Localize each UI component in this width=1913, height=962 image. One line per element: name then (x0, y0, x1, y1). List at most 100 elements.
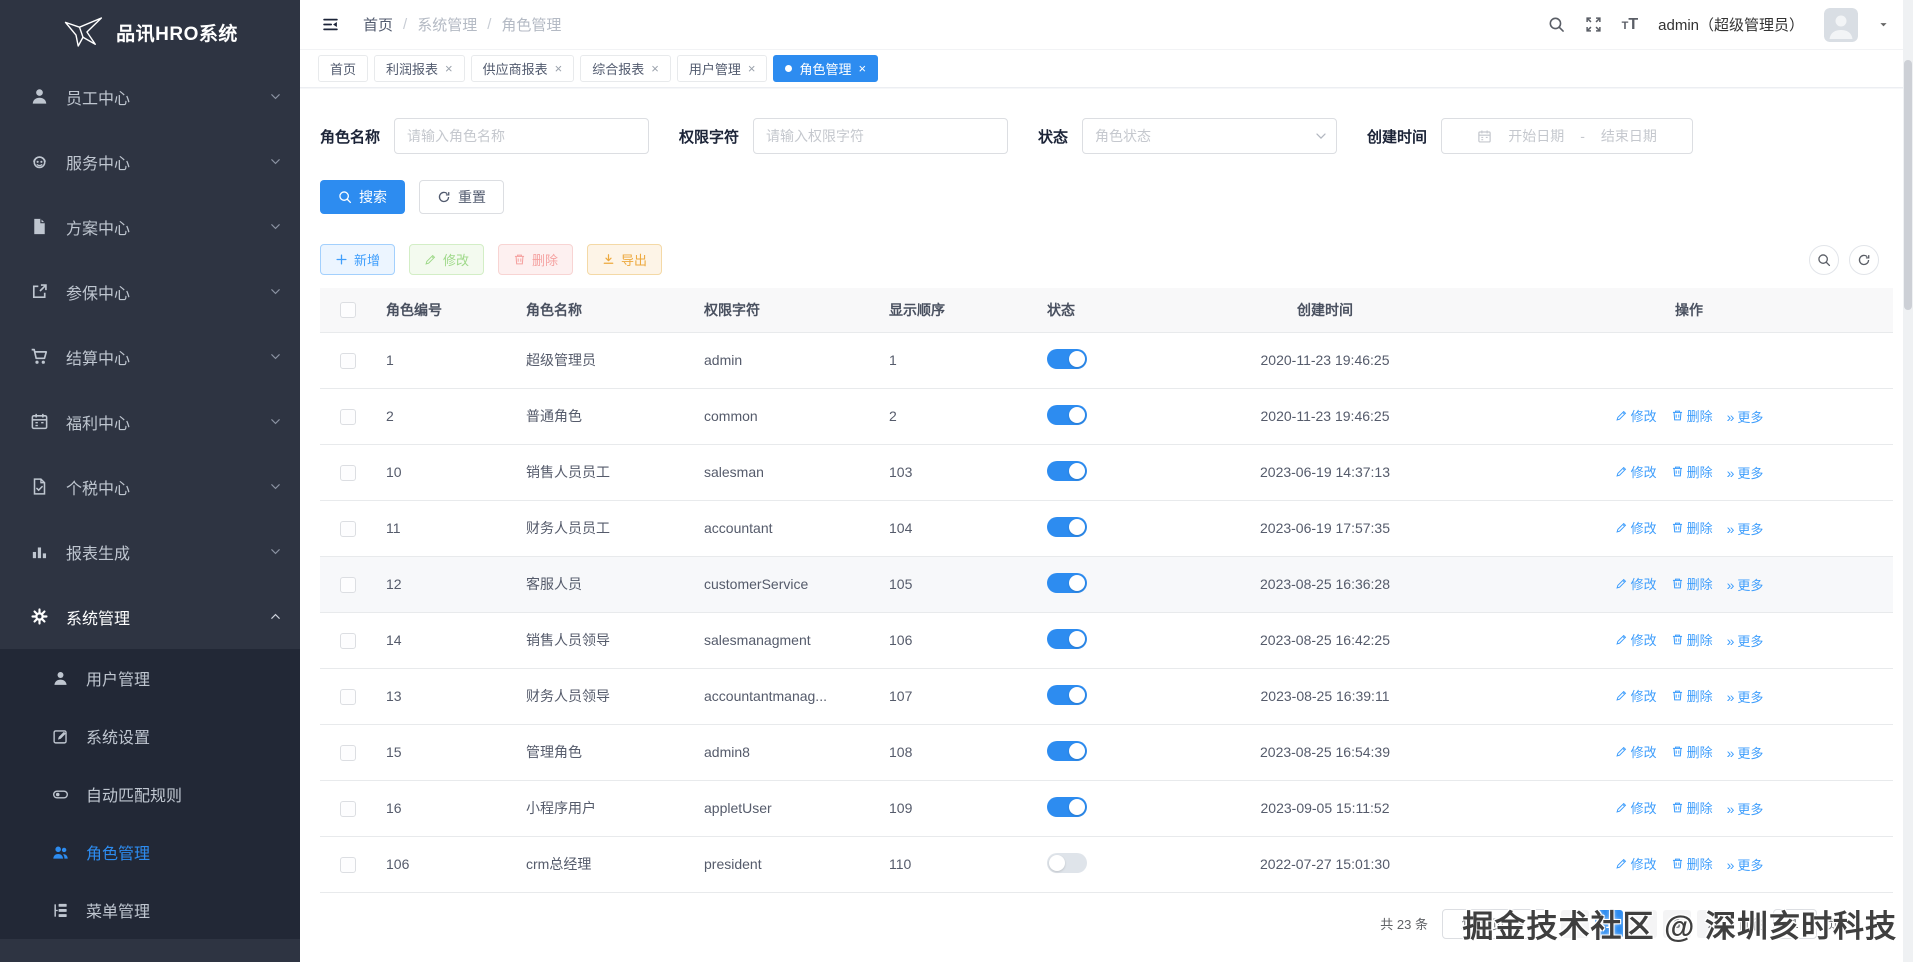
close-icon[interactable]: × (651, 62, 659, 75)
row-action-修改[interactable]: 修改 (1615, 798, 1657, 817)
sidebar-item-settlement-center[interactable]: 结算中心 (0, 324, 300, 389)
row-action-更多[interactable]: » 更多 (1727, 631, 1764, 650)
row-action-修改[interactable]: 修改 (1615, 854, 1657, 873)
tab-利润报表[interactable]: 利润报表 × (374, 55, 465, 82)
search-icon[interactable] (1809, 244, 1839, 275)
row-action-更多[interactable]: » 更多 (1727, 799, 1764, 818)
status-toggle[interactable] (1047, 796, 1087, 817)
sidebar-item-insurance-center[interactable]: 参保中心 (0, 259, 300, 324)
row-checkbox[interactable] (340, 352, 356, 369)
row-checkbox[interactable] (340, 576, 356, 593)
status-toggle[interactable] (1047, 404, 1087, 425)
row-action-删除[interactable]: 删除 (1671, 854, 1713, 873)
sidebar-item-role-management[interactable]: 角色管理 (0, 823, 300, 881)
row-action-删除[interactable]: 删除 (1671, 630, 1713, 649)
row-action-删除[interactable]: 删除 (1671, 742, 1713, 761)
status-toggle[interactable] (1047, 628, 1087, 649)
row-action-删除[interactable]: 删除 (1671, 574, 1713, 593)
tab-角色管理[interactable]: 角色管理 × (773, 55, 879, 82)
refresh-icon[interactable] (1849, 244, 1879, 275)
tab-用户管理[interactable]: 用户管理 × (676, 55, 768, 82)
row-action-更多[interactable]: » 更多 (1727, 463, 1764, 482)
status-toggle[interactable] (1047, 516, 1087, 537)
tab-综合报表[interactable]: 综合报表 × (580, 55, 671, 82)
row-action-修改[interactable]: 修改 (1615, 574, 1657, 593)
status-toggle[interactable] (1047, 684, 1087, 705)
row-checkbox[interactable] (340, 520, 356, 537)
row-action-更多[interactable]: » 更多 (1727, 743, 1764, 762)
row-action-删除[interactable]: 删除 (1671, 686, 1713, 705)
row-checkbox[interactable] (340, 856, 356, 873)
sidebar-item-plan-center[interactable]: 方案中心 (0, 194, 300, 259)
scrollbar-thumb[interactable] (1904, 60, 1912, 310)
close-icon[interactable]: × (748, 62, 756, 75)
page-button-1[interactable]: 1 (1594, 909, 1623, 938)
close-icon[interactable]: × (555, 62, 563, 75)
status-select-input[interactable] (1082, 118, 1338, 154)
row-action-更多[interactable]: » 更多 (1727, 575, 1764, 594)
sidebar-item-report-center[interactable]: 报表生成 (0, 519, 300, 584)
sidebar-item-system-settings[interactable]: 系统设置 (0, 707, 300, 765)
reset-button[interactable]: 重置 (419, 180, 504, 214)
close-icon[interactable]: × (445, 62, 453, 75)
search-icon[interactable] (1548, 16, 1565, 33)
sidebar-item-user-management[interactable]: 用户管理 (0, 649, 300, 707)
row-checkbox[interactable] (340, 744, 356, 761)
avatar[interactable] (1824, 7, 1858, 42)
caret-down-icon[interactable] (1878, 19, 1889, 30)
tab-供应商报表[interactable]: 供应商报表 × (470, 55, 575, 82)
row-action-删除[interactable]: 删除 (1671, 462, 1713, 481)
row-checkbox[interactable] (340, 688, 356, 705)
sidebar-item-menu-management[interactable]: 菜单管理 (0, 881, 300, 939)
row-action-更多[interactable]: » 更多 (1727, 407, 1764, 426)
row-action-修改[interactable]: 修改 (1615, 462, 1657, 481)
status-toggle[interactable] (1047, 460, 1087, 481)
status-toggle[interactable] (1047, 572, 1087, 593)
next-page-button[interactable] (1696, 909, 1725, 938)
row-action-删除[interactable]: 删除 (1671, 518, 1713, 537)
sidebar-item-system-management[interactable]: 系统管理 (0, 584, 300, 649)
perm-key-input[interactable] (753, 118, 1009, 154)
row-checkbox[interactable] (340, 800, 356, 817)
row-action-修改[interactable]: 修改 (1615, 518, 1657, 537)
font-size-icon[interactable]: TT (1622, 16, 1639, 34)
status-toggle[interactable] (1047, 348, 1087, 369)
row-action-修改[interactable]: 修改 (1615, 742, 1657, 761)
date-range-picker[interactable]: 开始日期 - 结束日期 (1441, 118, 1694, 154)
breadcrumb-system[interactable]: 系统管理 (417, 14, 477, 35)
row-checkbox[interactable] (340, 632, 356, 649)
row-action-删除[interactable]: 删除 (1671, 798, 1713, 817)
collapse-menu-icon[interactable] (322, 16, 339, 33)
row-checkbox[interactable] (340, 464, 356, 481)
status-select[interactable] (1082, 118, 1338, 154)
page-button-2[interactable]: 2 (1628, 909, 1657, 938)
add-button[interactable]: 新增 (320, 244, 396, 275)
row-action-修改[interactable]: 修改 (1615, 406, 1657, 425)
sidebar-item-tax-center[interactable]: 个税中心 (0, 454, 300, 519)
role-name-input[interactable] (394, 118, 650, 154)
page-button-3[interactable]: 3 (1662, 909, 1691, 938)
row-action-更多[interactable]: » 更多 (1727, 519, 1764, 538)
breadcrumb-home[interactable]: 首页 (363, 14, 393, 35)
fullscreen-icon[interactable] (1585, 16, 1602, 33)
goto-page-input[interactable] (1772, 908, 1817, 939)
breadcrumb-role[interactable]: 角色管理 (501, 14, 561, 35)
page-size-select[interactable]: 10条/页 (1441, 908, 1547, 939)
status-toggle[interactable] (1047, 852, 1087, 873)
sidebar-item-welfare-center[interactable]: 福利中心 (0, 389, 300, 454)
sidebar-item-service-center[interactable]: 服务中心 (0, 129, 300, 194)
row-action-更多[interactable]: » 更多 (1727, 855, 1764, 874)
prev-page-button[interactable] (1560, 909, 1589, 938)
tab-首页[interactable]: 首页 (318, 55, 369, 82)
row-action-修改[interactable]: 修改 (1615, 630, 1657, 649)
select-all-checkbox[interactable] (340, 302, 356, 319)
row-action-更多[interactable]: » 更多 (1727, 687, 1764, 706)
search-button[interactable]: 搜索 (320, 180, 405, 214)
delete-button[interactable]: 删除 (498, 244, 574, 275)
status-toggle[interactable] (1047, 740, 1087, 761)
row-action-修改[interactable]: 修改 (1615, 686, 1657, 705)
close-icon[interactable]: × (858, 62, 866, 75)
export-button[interactable]: 导出 (587, 244, 663, 275)
sidebar-item-auto-match-rules[interactable]: 自动匹配规则 (0, 765, 300, 823)
row-checkbox[interactable] (340, 408, 356, 425)
